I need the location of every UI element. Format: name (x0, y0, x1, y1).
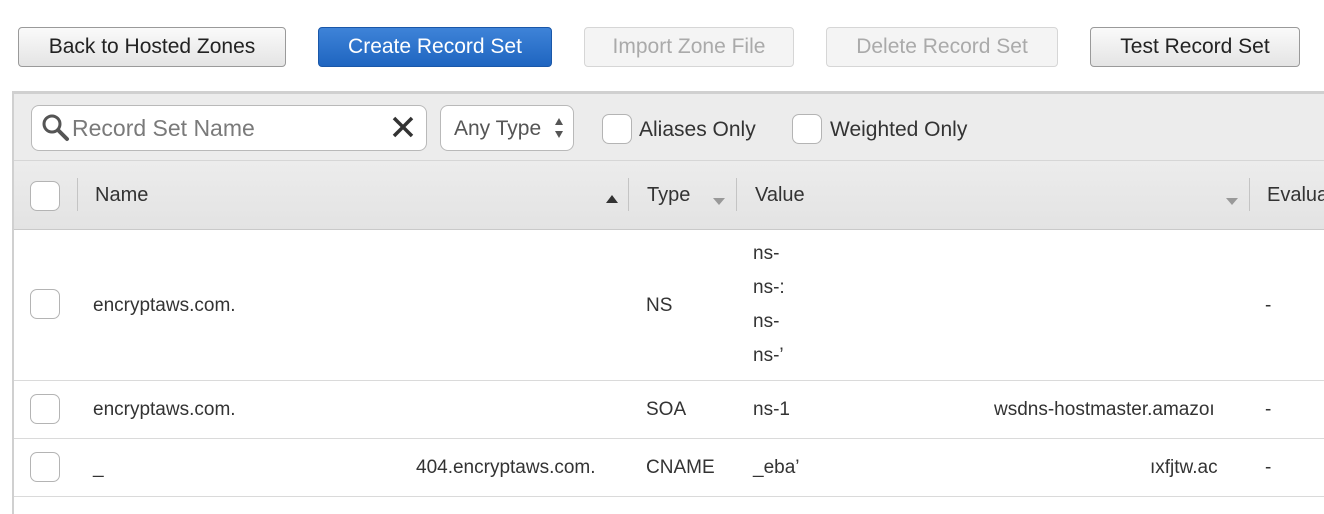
column-divider (1249, 178, 1250, 211)
row-type: SOA (646, 399, 687, 420)
row-evaluate: - (1265, 399, 1272, 420)
aliases-only-checkbox[interactable] (602, 114, 632, 144)
column-header-value[interactable]: Value (755, 184, 805, 207)
row-value-line: ns-: (753, 277, 785, 298)
weighted-only-checkbox[interactable] (792, 114, 822, 144)
row-value-line: ns-’ (753, 345, 784, 366)
row-evaluate: - (1265, 295, 1272, 316)
row-name: encryptaws.com. (93, 295, 236, 316)
record-sets-panel: Record Set Name Any Type Aliases Only We… (12, 91, 1324, 514)
row-name: encryptaws.com. (93, 399, 236, 420)
aliases-only-label: Aliases Only (639, 118, 756, 141)
row-name-right: 404.encryptaws.com. (416, 457, 596, 478)
row-evaluate: - (1265, 457, 1272, 478)
test-record-set-button[interactable]: Test Record Set (1090, 27, 1300, 67)
row-checkbox[interactable] (30, 394, 60, 424)
weighted-only-label: Weighted Only (830, 118, 968, 141)
create-record-set-button[interactable]: Create Record Set (318, 27, 552, 67)
search-icon (40, 112, 70, 147)
record-type-select[interactable]: Any Type (440, 105, 574, 151)
select-all-checkbox[interactable] (30, 181, 60, 211)
record-type-select-value: Any Type (454, 117, 542, 140)
chevron-down-icon[interactable] (713, 192, 725, 210)
row-value-line: ns-1 (753, 399, 790, 420)
table-header: Name Type Value Evalua (14, 161, 1324, 230)
column-header-evaluate-target-health[interactable]: Evalua (1267, 184, 1324, 207)
row-name: _ (93, 457, 104, 478)
column-divider (628, 178, 629, 211)
close-icon[interactable] (388, 112, 418, 147)
column-divider (77, 178, 78, 211)
row-type: NS (646, 295, 673, 316)
row-checkbox[interactable] (30, 452, 60, 482)
row-value-line: ns- (753, 311, 780, 332)
table-row[interactable]: encryptaws.com. NS ns- ns-: ns- ns-’ - (14, 230, 1324, 381)
row-value-right: ıxfjtw.aс (1150, 457, 1218, 478)
back-to-hosted-zones-button[interactable]: Back to Hosted Zones (18, 27, 286, 67)
search-placeholder: Record Set Name (72, 115, 255, 141)
table-row[interactable]: _ 404.encryptaws.com. CNAME _eba’ ıxfjtw… (14, 439, 1324, 497)
table-row[interactable]: encryptaws.com. SOA ns-1 wsdns-hostmaste… (14, 381, 1324, 439)
row-type: CNAME (646, 457, 715, 478)
row-value-right: wsdns-hostmaster.amazoı (994, 399, 1215, 420)
row-value-line: ns- (753, 243, 780, 264)
import-zone-file-button[interactable]: Import Zone File (584, 27, 794, 67)
row-value-line: _eba’ (753, 457, 800, 478)
column-divider (736, 178, 737, 211)
row-checkbox[interactable] (30, 289, 60, 319)
column-header-name[interactable]: Name (95, 184, 148, 207)
sort-arrows-icon (554, 116, 564, 145)
record-set-name-search[interactable]: Record Set Name (31, 105, 427, 151)
filter-toolbar: Record Set Name Any Type Aliases Only We… (14, 94, 1324, 161)
sort-ascending-icon[interactable] (606, 190, 618, 208)
delete-record-set-button[interactable]: Delete Record Set (826, 27, 1058, 67)
chevron-down-icon[interactable] (1226, 192, 1238, 210)
column-header-type[interactable]: Type (647, 184, 690, 207)
